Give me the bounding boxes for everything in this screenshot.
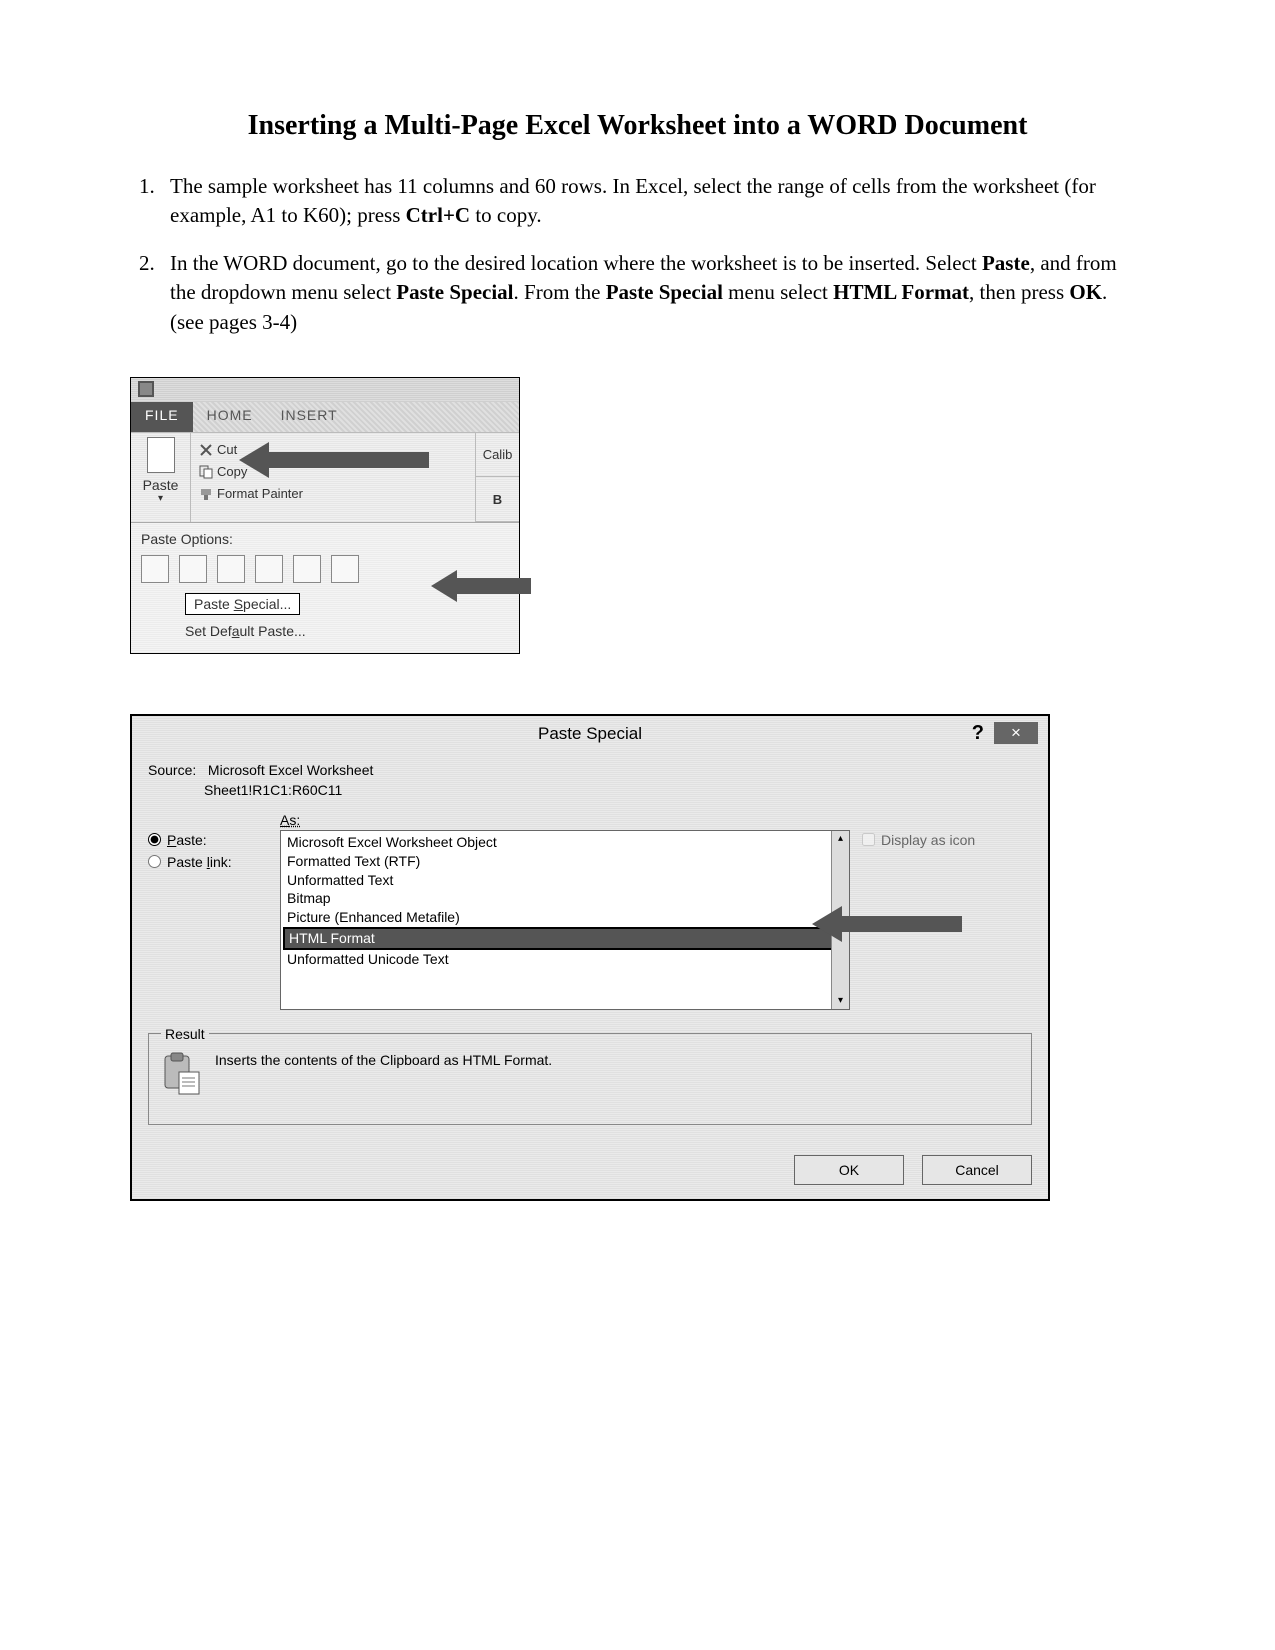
tab-insert[interactable]: INSERT: [267, 402, 352, 432]
list-item[interactable]: Formatted Text (RTF): [287, 852, 829, 871]
page-title: Inserting a Multi-Page Excel Worksheet i…: [130, 110, 1145, 142]
radio-paste[interactable]: Paste:: [148, 832, 268, 848]
word-app-icon: [137, 380, 155, 398]
scroll-up-icon[interactable]: ▴: [838, 831, 843, 847]
close-button[interactable]: ×: [994, 722, 1038, 744]
set-default-paste-menu-item[interactable]: Set Default Paste...: [185, 623, 509, 639]
font-name-fragment: Calib: [476, 433, 519, 478]
tab-home[interactable]: HOME: [193, 402, 267, 432]
radio-paste-link[interactable]: Paste link:: [148, 854, 268, 870]
paste-button[interactable]: Paste ▾: [131, 433, 191, 522]
quick-access-toolbar: [131, 378, 519, 402]
word-ribbon-screenshot: FILE HOME INSERT Paste ▾ Cut Copy Format…: [130, 377, 520, 654]
paste-dropdown-panel: Paste Options: Paste Special... Paste Sp…: [131, 522, 519, 653]
paintbrush-icon: [199, 487, 213, 501]
cancel-button[interactable]: Cancel: [922, 1155, 1032, 1185]
ribbon-tabs: FILE HOME INSERT: [131, 402, 519, 432]
paste-option-3[interactable]: [217, 555, 245, 583]
paste-special-menu-item[interactable]: Paste Special...: [185, 593, 300, 615]
list-item[interactable]: Unformatted Unicode Text: [287, 950, 829, 969]
help-button[interactable]: ?: [972, 722, 984, 745]
list-item-selected[interactable]: HTML Format: [283, 927, 833, 950]
source-line-2: Sheet1!R1C1:R60C11: [204, 782, 1032, 798]
radio-paste-link-input[interactable]: [148, 855, 161, 868]
paste-option-icons: [141, 555, 509, 583]
paste-option-5[interactable]: [293, 555, 321, 583]
bold-button[interactable]: B: [476, 477, 519, 522]
clipboard-icon: [147, 437, 175, 473]
result-legend: Result: [161, 1026, 209, 1042]
source-line-1: Source: Microsoft Excel Worksheet: [148, 762, 1032, 778]
list-item[interactable]: Picture (Enhanced Metafile): [287, 908, 829, 927]
list-item[interactable]: Bitmap: [287, 889, 829, 908]
display-as-icon-input: [862, 833, 875, 846]
list-item[interactable]: Unformatted Text: [287, 871, 829, 890]
dialog-titlebar: Paste Special ? ×: [132, 716, 1048, 752]
copy-button[interactable]: Copy: [199, 461, 467, 483]
result-description: Inserts the contents of the Clipboard as…: [215, 1052, 552, 1068]
paste-option-2[interactable]: [179, 555, 207, 583]
paste-option-1[interactable]: [141, 555, 169, 583]
display-as-icon-checkbox[interactable]: Display as icon: [862, 832, 1032, 848]
paste-option-4[interactable]: [255, 555, 283, 583]
scroll-down-icon[interactable]: ▾: [838, 993, 843, 1009]
step-2: In the WORD document, go to the desired …: [160, 249, 1145, 337]
as-label: As:: [280, 812, 850, 828]
instruction-list: The sample worksheet has 11 columns and …: [130, 172, 1145, 337]
radio-paste-input[interactable]: [148, 833, 161, 846]
format-painter-button[interactable]: Format Painter: [199, 483, 467, 505]
cut-button[interactable]: Cut: [199, 439, 467, 461]
paste-dropdown-arrow[interactable]: ▾: [131, 493, 190, 504]
tab-file[interactable]: FILE: [131, 402, 193, 432]
paste-label: Paste: [131, 477, 190, 493]
copy-icon: [199, 465, 213, 479]
paste-option-6[interactable]: [331, 555, 359, 583]
result-group: Result Inserts the contents of the Clipb…: [148, 1026, 1032, 1125]
step-1: The sample worksheet has 11 columns and …: [160, 172, 1145, 231]
scissors-icon: [199, 443, 213, 457]
format-listbox[interactable]: Microsoft Excel Worksheet Object Formatt…: [280, 830, 850, 1010]
paste-options-header: Paste Options:: [141, 531, 509, 547]
ok-button[interactable]: OK: [794, 1155, 904, 1185]
paste-special-dialog: Paste Special ? × Source: Microsoft Exce…: [130, 714, 1050, 1201]
dialog-title: Paste Special: [538, 724, 642, 744]
scrollbar[interactable]: ▴ ▾: [831, 831, 849, 1009]
clipboard-result-icon: [161, 1052, 201, 1096]
list-item[interactable]: Microsoft Excel Worksheet Object: [287, 833, 829, 852]
